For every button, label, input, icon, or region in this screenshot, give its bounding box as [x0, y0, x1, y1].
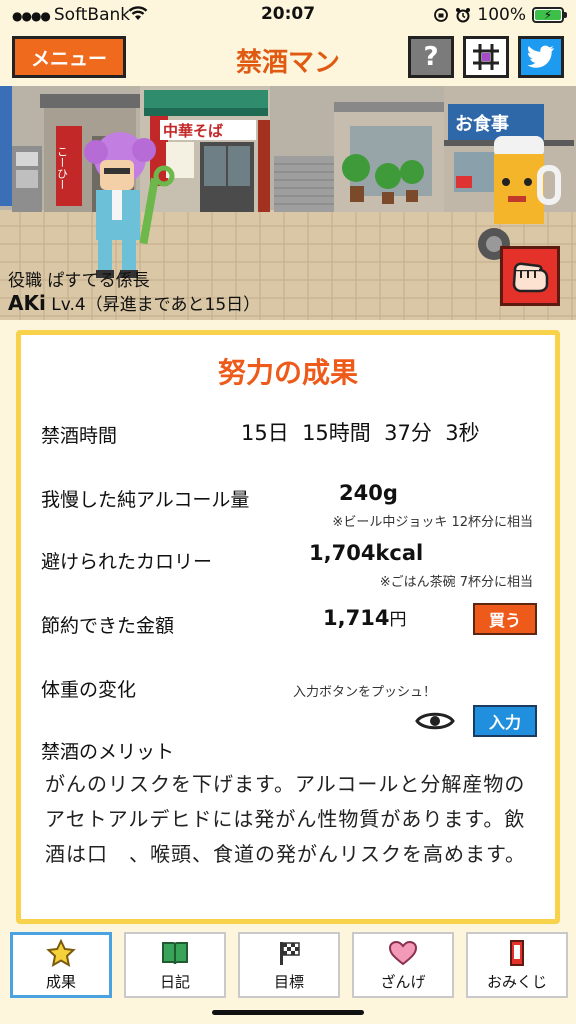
alcohol-note: ※ビール中ジョッキ 12杯分に相当 [332, 515, 533, 530]
status-right: 100% ⚡ [433, 5, 567, 25]
alarm-icon [456, 8, 471, 23]
buy-button[interactable]: 買う [473, 603, 537, 635]
role-label: 役職 ぱすてる係長 [8, 271, 150, 291]
help-button[interactable]: ? [408, 36, 454, 78]
eye-icon[interactable] [415, 709, 455, 733]
heart-icon [388, 940, 418, 965]
merit-body: がんのリスクを下げます。アルコールと分解産物のアセトアルデヒドには発がん性物質が… [45, 772, 526, 866]
omikuji-icon [510, 939, 524, 966]
book-icon [162, 941, 188, 964]
rotation-lock-icon [434, 8, 449, 22]
alcohol-amount-value: 240g [339, 481, 398, 505]
user-name-level: AKi Lv.4（昇進まであと15日） [8, 290, 260, 315]
battery-icon: ⚡ [532, 7, 567, 23]
flag-icon [280, 941, 300, 965]
tab-results[interactable]: 成果 [10, 932, 112, 998]
home-indicator [212, 1010, 364, 1015]
money-saved-label: 節約できた金額 [41, 615, 175, 637]
battery-percent: 100% [477, 5, 526, 25]
money-saved-value: 1,714 [323, 606, 390, 630]
app-header: メニュー 禁酒マン ? [0, 30, 576, 86]
weight-change-label: 体重の変化 [41, 679, 137, 701]
tab-confession[interactable]: ざんげ [352, 932, 454, 998]
calories-value: 1,704kcal [309, 541, 424, 565]
fist-icon [512, 262, 549, 293]
user-name: AKi [8, 291, 46, 315]
twitter-button[interactable] [518, 36, 564, 78]
tab-label: 目標 [273, 972, 304, 991]
calories-label: 避けられたカロリー [41, 551, 213, 573]
sign-restaurant: お食事 [455, 113, 509, 135]
abstinence-time-value: 15日 15時間 37分 3秒 [241, 421, 480, 445]
share-grid-button[interactable] [463, 36, 509, 78]
alcohol-amount-label: 我慢した純アルコール量 [41, 489, 250, 511]
card-title: 努力の成果 [217, 356, 358, 389]
merit-title: 禁酒のメリット [41, 741, 175, 763]
weight-hint: 入力ボタンをプッシュ！ [293, 685, 437, 700]
calories-note: ※ごはん茶碗 7杯分に相当 [379, 575, 533, 590]
results-card: 努力の成果 禁酒時間 15日 15時間 37分 3秒 我慢した純アルコール量 2… [16, 330, 560, 924]
menu-button[interactable]: メニュー [12, 36, 126, 78]
punch-button[interactable] [500, 246, 560, 306]
weight-input-button[interactable]: 入力 [473, 705, 537, 737]
star-icon [46, 938, 76, 967]
tab-label: 日記 [159, 972, 190, 991]
twitter-icon [527, 45, 554, 68]
hashtag-icon [473, 44, 499, 70]
tab-label: ざんげ [380, 972, 426, 991]
status-bar: ●●●● SoftBank 20:07 100% ⚡ [0, 0, 576, 30]
tab-diary[interactable]: 日記 [124, 932, 226, 998]
tab-goal[interactable]: 目標 [238, 932, 340, 998]
tab-label: おみくじ [486, 972, 547, 991]
sign-coffee: こーひー [56, 146, 69, 190]
tab-label: 成果 [45, 972, 76, 991]
money-unit: 円 [389, 610, 407, 630]
user-level: Lv.4（昇進まであと15日） [51, 295, 261, 315]
money-saved-amount: 1,714円 [323, 605, 406, 630]
tab-omikuji[interactable]: おみくじ [466, 932, 568, 998]
abstinence-time-label: 禁酒時間 [41, 425, 118, 447]
sign-noodle: 中華そば [163, 122, 223, 140]
